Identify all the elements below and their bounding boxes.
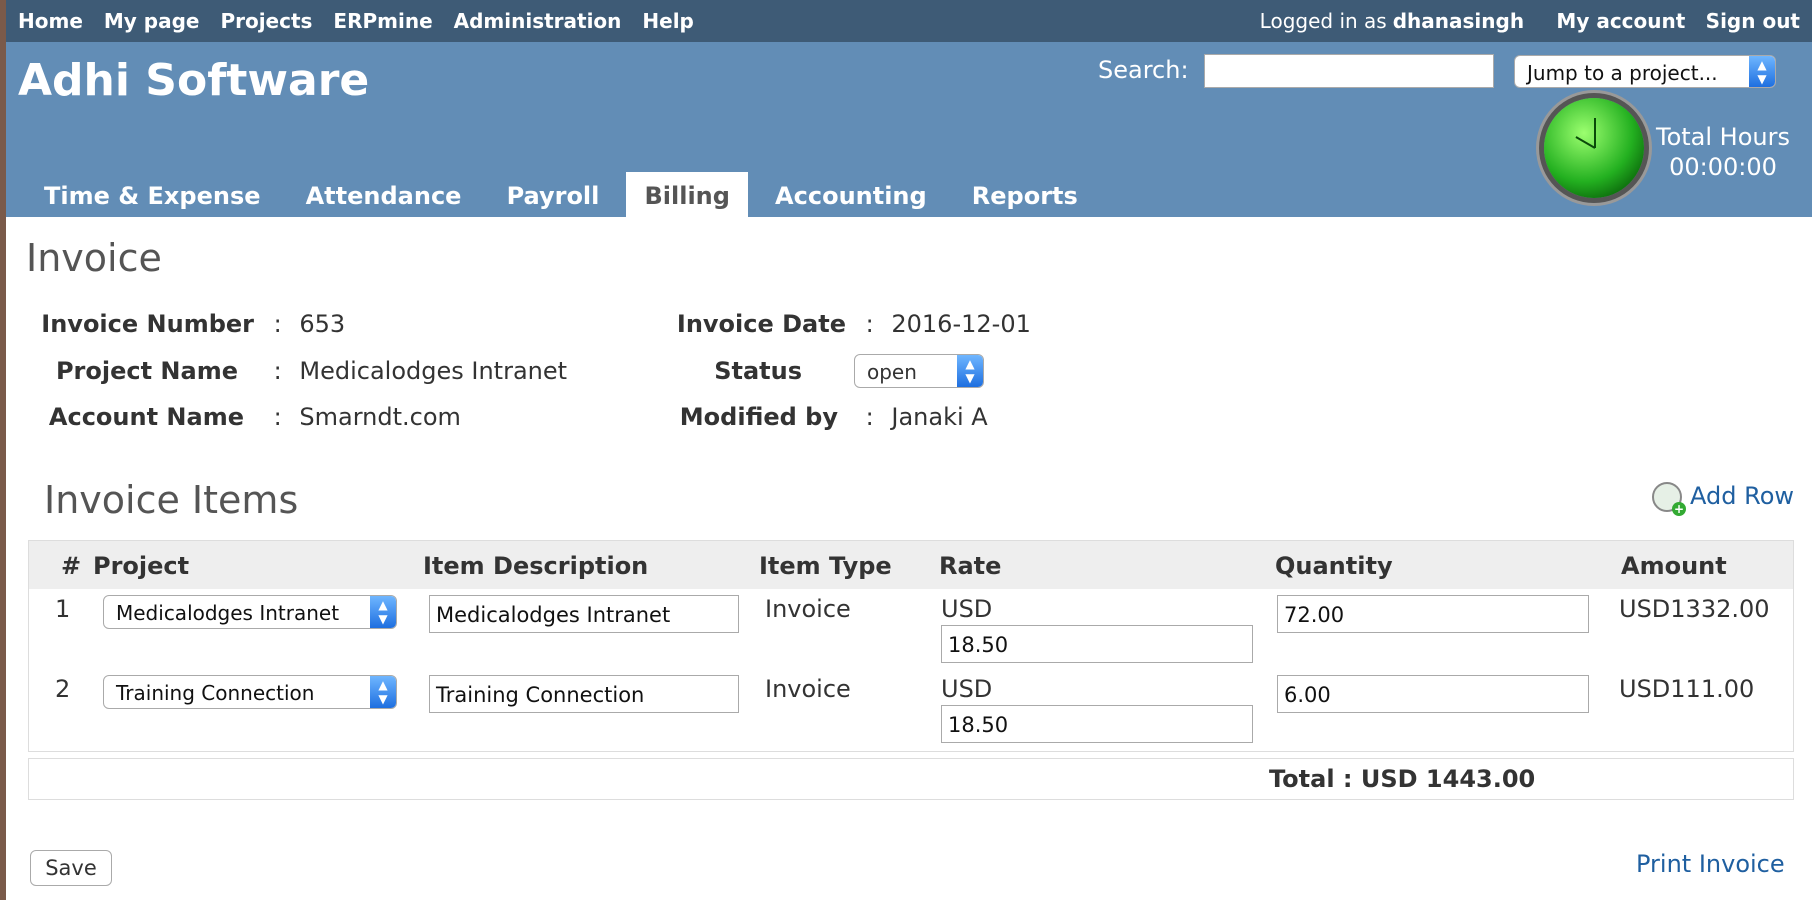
col-num: # xyxy=(61,552,82,580)
row-project-select[interactable]: Medicalodges Intranet ▲ ▼ xyxy=(103,595,397,629)
chevron-updown-icon: ▲ ▼ xyxy=(1749,56,1775,87)
header: Adhi Software Search: Jump to a project.… xyxy=(6,42,1812,220)
print-invoice-link[interactable]: Print Invoice xyxy=(1636,850,1785,878)
row-currency: USD xyxy=(941,595,993,623)
my-account-link[interactable]: My account xyxy=(1556,9,1685,33)
status-row: Status xyxy=(666,357,802,385)
sign-out-link[interactable]: Sign out xyxy=(1706,9,1800,33)
modified-by-value: Janaki A xyxy=(891,403,988,431)
row-number: 1 xyxy=(55,595,71,623)
separator: : xyxy=(865,403,874,431)
add-clock-icon xyxy=(1652,482,1686,516)
row-description-input[interactable]: Training Connection xyxy=(429,675,739,713)
row-item-type: Invoice xyxy=(765,595,851,623)
nav-administration[interactable]: Administration xyxy=(454,9,622,33)
add-row-button[interactable]: Add Row xyxy=(1652,482,1795,516)
project-jump-value: Jump to a project... xyxy=(1527,61,1718,85)
project-name-label: Project Name xyxy=(55,357,238,385)
table-header: # Project Item Description Item Type Rat… xyxy=(29,541,1793,589)
modified-by-label: Modified by xyxy=(679,403,838,431)
project-jump-select[interactable]: Jump to a project... ▲ ▼ xyxy=(1514,55,1776,88)
row-rate-input[interactable]: 18.50 xyxy=(941,705,1253,743)
project-name-row: Project Name : Medicalodges Intranet xyxy=(32,357,567,385)
invoice-date-row: Invoice Date : 2016-12-01 xyxy=(666,310,1031,338)
status-label: Status xyxy=(714,357,802,385)
total-row: Total : USD 1443.00 xyxy=(28,758,1794,800)
modified-by-row: Modified by : Janaki A xyxy=(666,403,988,431)
row-quantity-input[interactable]: 72.00 xyxy=(1277,595,1589,633)
nav-erpmine[interactable]: ERPmine xyxy=(333,9,432,33)
tab-reports[interactable]: Reports xyxy=(954,172,1096,220)
account-name-value: Smarndt.com xyxy=(299,403,461,431)
top-navbar: Home My page Projects ERPmine Administra… xyxy=(6,0,1812,42)
logged-in-prefix: Logged in as xyxy=(1259,9,1387,33)
app-window: Home My page Projects ERPmine Administra… xyxy=(6,0,1812,900)
status-select[interactable]: open ▲ ▼ xyxy=(854,354,984,388)
col-project: Project xyxy=(93,552,190,580)
account-name-row: Account Name : Smarndt.com xyxy=(32,403,461,431)
nav-help[interactable]: Help xyxy=(642,9,693,33)
invoice-number-row: Invoice Number : 653 xyxy=(32,310,345,338)
invoice-date-value: 2016-12-01 xyxy=(891,310,1031,338)
timer-clock-icon[interactable] xyxy=(1544,98,1644,198)
row-item-type: Invoice xyxy=(765,675,851,703)
total-hours-label: Total Hours xyxy=(1656,123,1790,151)
chevron-updown-icon: ▲ ▼ xyxy=(957,355,983,387)
total-hours-value: 00:00:00 xyxy=(1669,153,1777,181)
invoice-date-label: Invoice Date xyxy=(676,310,846,338)
nav-home[interactable]: Home xyxy=(18,9,83,33)
col-amount: Amount xyxy=(1621,552,1727,580)
col-rate: Rate xyxy=(939,552,1002,580)
col-quantity: Quantity xyxy=(1275,552,1393,580)
clock-hand xyxy=(1575,136,1596,149)
search-input[interactable] xyxy=(1204,54,1494,88)
invoice-number-value: 653 xyxy=(299,310,346,338)
invoice-items-title: Invoice Items xyxy=(44,478,299,522)
nav-my-page[interactable]: My page xyxy=(104,9,200,33)
row-description-input[interactable]: Medicalodges Intranet xyxy=(429,595,739,633)
invoice-number-label: Invoice Number xyxy=(41,310,254,338)
separator: : xyxy=(865,310,874,338)
row-project-select[interactable]: Training Connection ▲ ▼ xyxy=(103,675,397,709)
col-item-type: Item Type xyxy=(759,552,892,580)
row-project-value: Medicalodges Intranet xyxy=(116,601,340,625)
row-currency: USD xyxy=(941,675,993,703)
nav-projects[interactable]: Projects xyxy=(220,9,312,33)
tab-payroll[interactable]: Payroll xyxy=(489,172,618,220)
row-number: 2 xyxy=(55,675,71,703)
row-amount: USD1332.00 xyxy=(1619,595,1770,623)
search-label: Search: xyxy=(1098,56,1189,84)
brand-title: Adhi Software xyxy=(18,55,370,106)
separator: : xyxy=(273,403,282,431)
total-hours: Total Hours 00:00:00 xyxy=(1656,122,1790,182)
invoice-total: Total : USD 1443.00 xyxy=(1269,765,1536,793)
col-description: Item Description xyxy=(423,552,649,580)
chevron-updown-icon: ▲ ▼ xyxy=(370,676,396,708)
row-quantity-input[interactable]: 6.00 xyxy=(1277,675,1589,713)
tab-billing[interactable]: Billing xyxy=(626,172,748,220)
project-name-value: Medicalodges Intranet xyxy=(299,357,568,385)
invoice-items-table: # Project Item Description Item Type Rat… xyxy=(28,540,1794,752)
row-rate-input[interactable]: 18.50 xyxy=(941,625,1253,663)
username[interactable]: dhanasingh xyxy=(1393,9,1524,33)
clock-hand xyxy=(1594,118,1596,148)
row-project-value: Training Connection xyxy=(116,681,315,705)
row-amount: USD111.00 xyxy=(1619,675,1755,703)
chevron-updown-icon: ▲ ▼ xyxy=(370,596,396,628)
main-tabs: Time & Expense Attendance Payroll Billin… xyxy=(26,172,1100,220)
tab-accounting[interactable]: Accounting xyxy=(757,172,945,220)
tab-time-expense[interactable]: Time & Expense xyxy=(26,172,279,220)
save-button[interactable]: Save xyxy=(30,850,112,886)
status-value: open xyxy=(867,360,917,384)
separator: : xyxy=(273,310,282,338)
account-name-label: Account Name xyxy=(48,403,244,431)
page-title: Invoice xyxy=(26,236,162,280)
tab-attendance[interactable]: Attendance xyxy=(288,172,480,220)
add-row-label: Add Row xyxy=(1690,482,1795,510)
separator: : xyxy=(273,357,282,385)
